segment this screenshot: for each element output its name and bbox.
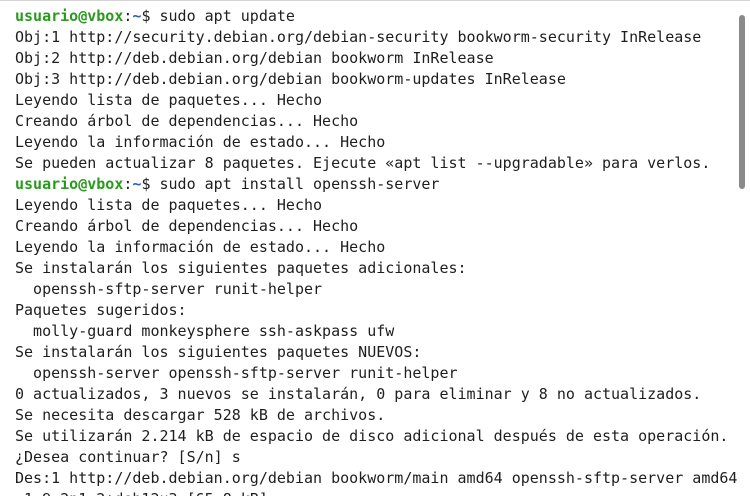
output-line: Creando árbol de dependencias... Hecho [15, 217, 359, 235]
prompt-symbol: $ [141, 7, 160, 25]
output-line: 0 actualizados, 3 nuevos se instalarán, … [15, 385, 702, 403]
output-line: Paquetes sugeridos: [15, 301, 187, 319]
terminal-output[interactable]: usuario@vbox:~$ sudo apt update Obj:1 htt… [15, 6, 737, 496]
output-line: Leyendo lista de paquetes... Hecho [15, 196, 323, 214]
prompt-user-host: usuario@vbox [15, 175, 124, 193]
output-line: Obj:2 http://deb.debian.org/debian bookw… [15, 49, 494, 67]
output-line: Se pueden actualizar 8 paquetes. Ejecute… [15, 154, 711, 172]
output-line: Se necesita descargar 528 kB de archivos… [15, 406, 386, 424]
output-line: Leyendo la información de estado... Hech… [15, 238, 386, 256]
output-line: molly-guard monkeysphere ssh-askpass ufw [15, 322, 395, 340]
output-line: Leyendo la información de estado... Hech… [15, 133, 386, 151]
output-line: Leyendo lista de paquetes... Hecho [15, 91, 323, 109]
output-line: 1:9.2p1-2+deb12u3 [65,8 kB] [15, 489, 737, 496]
output-line: Se utilizarán 2.214 kB de espacio de dis… [15, 427, 729, 445]
output-line: Se instalarán los siguientes paquetes NU… [15, 343, 422, 361]
output-line: Se instalarán los siguientes paquetes ad… [15, 259, 467, 277]
output-line: Obj:3 http://deb.debian.org/debian bookw… [15, 70, 566, 88]
command-text: sudo apt install openssh-server [159, 175, 440, 193]
vertical-scrollbar[interactable] [736, 1, 748, 496]
terminal-window[interactable]: usuario@vbox:~$ sudo apt update Obj:1 htt… [0, 0, 750, 496]
prompt-line: usuario@vbox:~$ sudo apt install openssh… [15, 174, 737, 195]
prompt-user-host: usuario@vbox [15, 7, 124, 25]
output-line: ¿Desea continuar? [S/n] s [15, 448, 241, 466]
prompt-symbol: $ [141, 175, 160, 193]
prompt-line: usuario@vbox:~$ sudo apt update [15, 6, 737, 27]
command-text: sudo apt update [159, 7, 295, 25]
output-line: openssh-sftp-server runit-helper [15, 280, 323, 298]
output-line: Creando árbol de dependencias... Hecho [15, 112, 359, 130]
output-line: Des:1 http://deb.debian.org/debian bookw… [15, 469, 737, 487]
output-line: Obj:1 http://security.debian.org/debian-… [15, 28, 702, 46]
output-line: openssh-server openssh-sftp-server runit… [15, 364, 458, 382]
scrollbar-thumb[interactable] [739, 15, 745, 189]
